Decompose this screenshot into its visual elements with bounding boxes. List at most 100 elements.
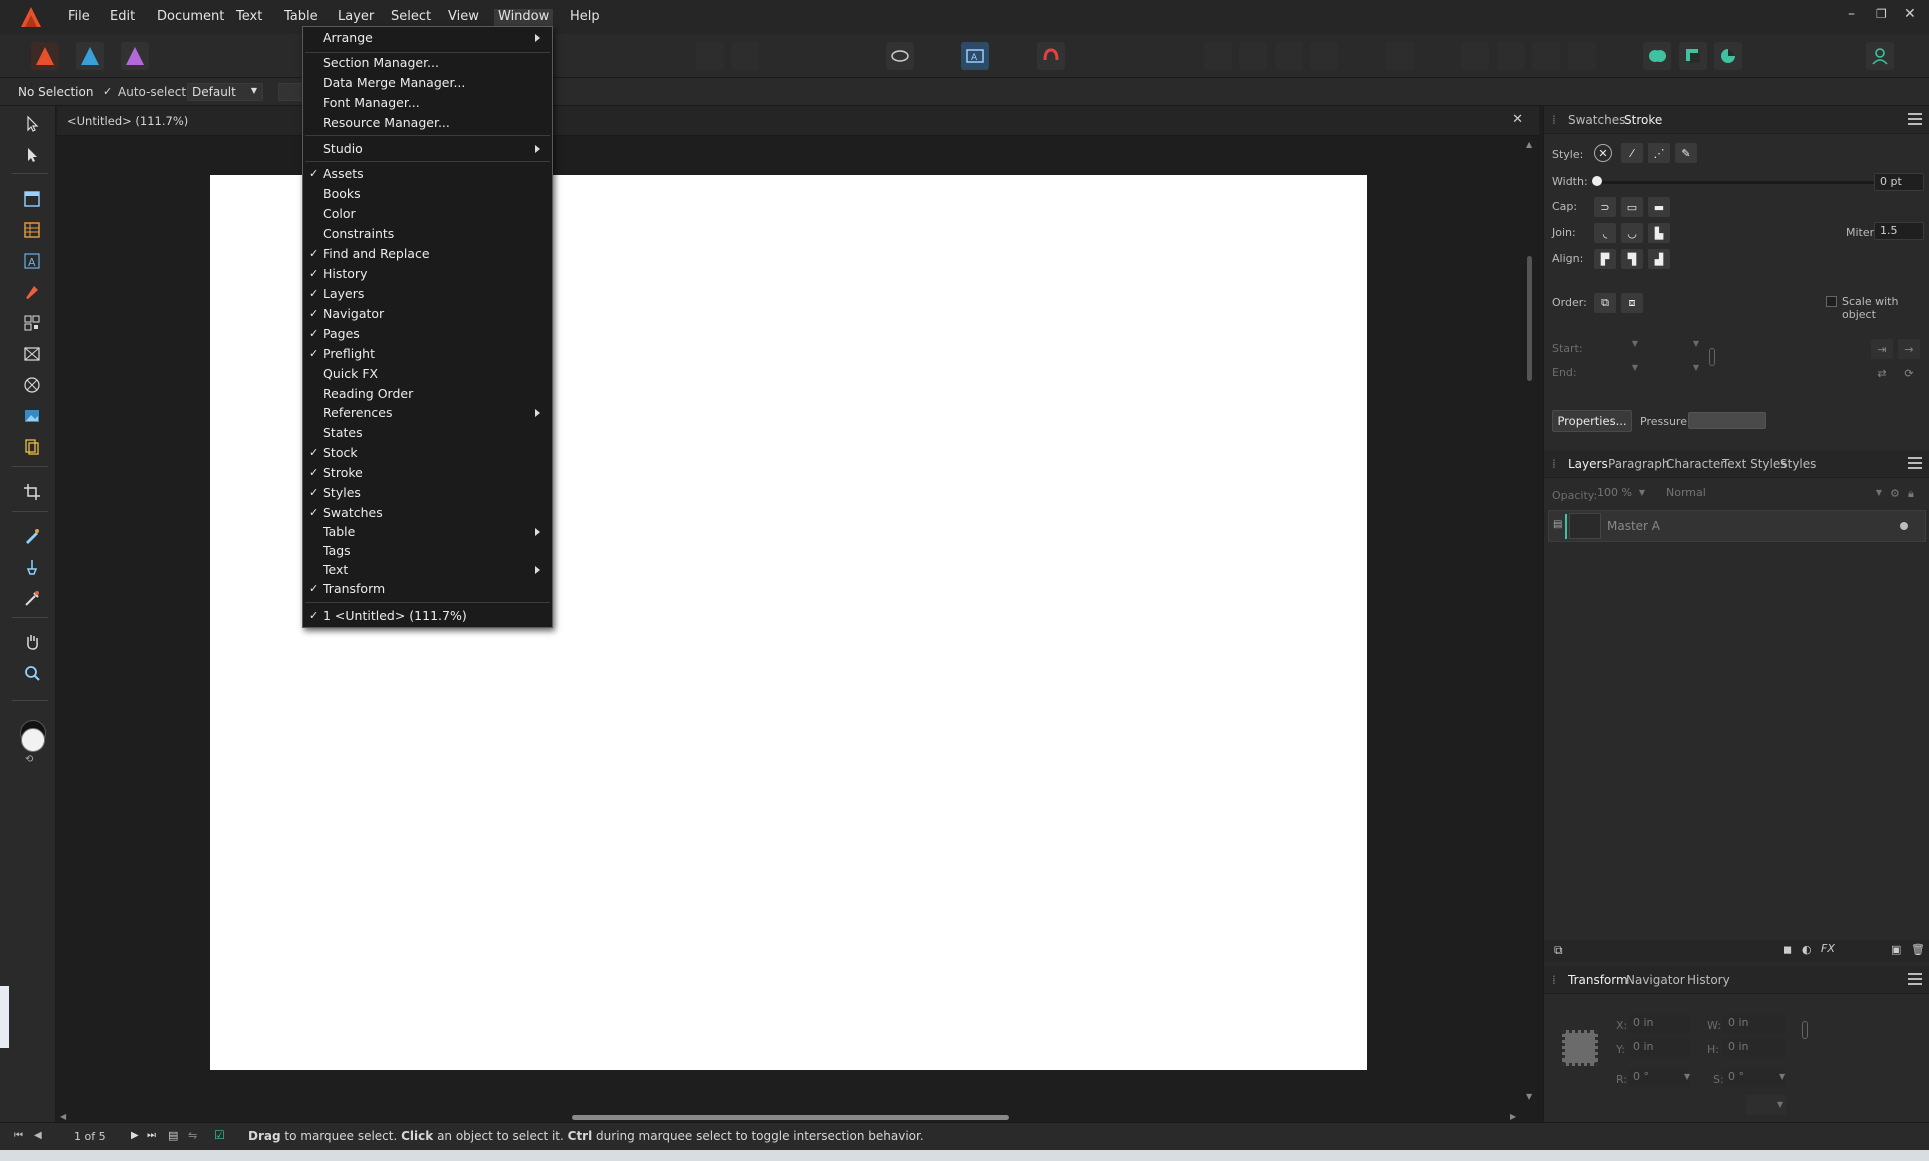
page-indicator[interactable]: 1 of 5 (74, 1130, 106, 1143)
rotation-field[interactable]: 0 ° (1628, 1069, 1690, 1087)
menu-item-stock[interactable]: ✓ Stock (303, 443, 552, 462)
reset-arrows-icon[interactable]: ⟳ (1898, 363, 1920, 383)
tab-paragraph[interactable]: Paragraph (1608, 457, 1669, 471)
hand-tool-icon[interactable] (18, 630, 46, 654)
align-3-icon[interactable] (1275, 42, 1303, 70)
document-tab[interactable]: <Untitled> (111.7%) ✕ (57, 106, 1539, 136)
link-dimensions-icon[interactable] (1802, 1021, 1808, 1039)
butt-cap-icon[interactable]: ⊃ (1594, 197, 1616, 217)
menu-item-color[interactable]: Color (303, 204, 552, 223)
layer-settings-icon[interactable]: ⚙ (1890, 487, 1900, 500)
boolean-add-icon[interactable] (1643, 42, 1671, 70)
start-scale-dropdown[interactable]: ▼ (1644, 339, 1699, 357)
scale-with-object-checkbox[interactable] (1826, 296, 1837, 307)
spread-view-icon[interactable]: ⇋ (188, 1129, 197, 1142)
flip-icon[interactable] (1386, 42, 1414, 70)
menu-item-styles[interactable]: ✓ Styles (303, 483, 552, 502)
scroll-up-icon[interactable]: ▲ (1526, 140, 1532, 149)
swap-arrows-icon[interactable]: ⇄ (1871, 363, 1893, 383)
menu-item-books[interactable]: Books (303, 184, 552, 203)
stroke-behind-icon[interactable]: ⧉ (1594, 293, 1616, 313)
arrow-position-2-icon[interactable]: → (1898, 339, 1920, 359)
menu-item-find-and-replace[interactable]: ✓ Find and Replace (303, 244, 552, 263)
publisher-persona-icon[interactable] (31, 42, 59, 70)
align-center-icon[interactable]: ▜ (1621, 249, 1643, 269)
delete-layer-icon[interactable]: 🗑︎ (1911, 943, 1925, 956)
menu-item-text[interactable]: Text (303, 560, 552, 579)
tab-swatches[interactable]: Swatches (1568, 113, 1625, 127)
menu-item-swatches[interactable]: ✓ Swatches (303, 503, 552, 522)
menu-item-open-document[interactable]: ✓ 1 <Untitled> (111.7%) (303, 606, 552, 625)
menu-item-studio[interactable]: Studio (303, 139, 552, 158)
link-scale-icon[interactable] (1709, 348, 1715, 366)
next-page-icon[interactable]: ▶ (131, 1130, 139, 1141)
arrow-position-1-icon[interactable]: ⇥ (1871, 339, 1893, 359)
chevron-down-icon[interactable]: ▼ (1684, 1072, 1690, 1081)
layer-visibility-icon[interactable] (1900, 522, 1908, 530)
restore-icon[interactable]: ❐ (1876, 7, 1887, 21)
menu-item-transform[interactable]: ✓ Transform (303, 579, 552, 598)
bevel-join-icon[interactable]: ▙ (1648, 223, 1670, 243)
menu-layer[interactable]: Layer (338, 9, 374, 27)
designer-persona-icon[interactable] (76, 42, 104, 70)
menu-item-states[interactable]: States (303, 423, 552, 442)
mask-layer-icon[interactable]: ◼ (1783, 943, 1792, 956)
stroke-front-icon[interactable]: ⧈ (1621, 293, 1643, 313)
auto-select-dropdown[interactable]: Default ▼ (187, 83, 263, 101)
scroll-down-icon[interactable]: ▼ (1526, 1092, 1532, 1101)
menu-item-assets[interactable]: ✓ Assets (303, 164, 552, 183)
dashed-line-icon[interactable]: ⋰ (1648, 143, 1670, 163)
menu-item-preflight[interactable]: ✓ Preflight (303, 344, 552, 363)
preview-mode-icon[interactable] (886, 42, 914, 70)
menu-edit[interactable]: Edit (110, 9, 135, 27)
menu-item-section-manager[interactable]: Section Manager... (303, 53, 552, 72)
text-frame-icon[interactable]: A (961, 42, 989, 70)
ellipse-frame-tool-icon[interactable] (18, 373, 46, 397)
align-outside-icon[interactable]: ▟ (1648, 249, 1670, 269)
menu-help[interactable]: Help (570, 9, 600, 27)
anchor-point-selector[interactable] (1562, 1030, 1598, 1066)
menu-item-stroke[interactable]: ✓ Stroke (303, 463, 552, 482)
snapping-icon[interactable] (1037, 42, 1065, 70)
close-document-icon[interactable]: ✕ (1512, 112, 1523, 127)
round-cap-icon[interactable]: ▭ (1621, 197, 1643, 217)
account-icon[interactable] (1866, 42, 1894, 70)
shear-field[interactable]: 0 ° (1723, 1069, 1785, 1087)
start-arrowhead-dropdown[interactable]: ▼ (1588, 339, 1638, 357)
fill-color-swatch[interactable] (21, 728, 45, 752)
properties-button[interactable]: Properties... (1552, 410, 1632, 432)
menu-item-arrange[interactable]: Arrange (303, 28, 552, 47)
node-tool-icon[interactable] (18, 143, 46, 167)
end-arrowhead-dropdown[interactable]: ▼ (1588, 363, 1638, 381)
arrange-4-icon[interactable] (1568, 42, 1596, 70)
menu-item-resource-manager[interactable]: Resource Manager... (303, 113, 552, 132)
tab-text-styles[interactable]: Text Styles (1722, 457, 1786, 471)
photo-persona-icon[interactable] (121, 42, 149, 70)
pen-tool-icon[interactable] (18, 280, 46, 304)
boolean-subtract-icon[interactable] (1679, 42, 1707, 70)
horizontal-scroll-thumb[interactable] (572, 1115, 1009, 1120)
crop-tool-icon[interactable] (18, 480, 46, 504)
menu-item-layers[interactable]: ✓ Layers (303, 284, 552, 303)
page-view-icon[interactable]: ▤ (168, 1129, 178, 1142)
tab-character[interactable]: Character (1666, 457, 1725, 471)
menu-item-data-merge-manager[interactable]: Data Merge Manager... (303, 73, 552, 92)
vertical-scroll-thumb[interactable] (1527, 256, 1532, 381)
align-inside-icon[interactable]: ▛ (1594, 249, 1616, 269)
transparency-tool-icon[interactable] (18, 555, 46, 579)
fill-tool-icon[interactable] (18, 524, 46, 548)
previous-page-icon[interactable]: ◀ (34, 1130, 42, 1141)
scroll-right-icon[interactable]: ▶ (1510, 1112, 1516, 1121)
panel-menu-icon[interactable] (1908, 457, 1922, 469)
menu-text[interactable]: Text (236, 9, 262, 27)
solid-line-icon[interactable]: ⁄ (1621, 143, 1643, 163)
w-field[interactable]: 0 in (1723, 1015, 1785, 1033)
opacity-dropdown[interactable]: 100 % ▼ (1597, 486, 1645, 502)
lock-icon[interactable]: 🔒︎ (1908, 487, 1914, 501)
panel-grip-icon[interactable]: ⁞ (1552, 973, 1556, 987)
menu-window[interactable]: Window (494, 9, 554, 27)
align-1-icon[interactable] (1204, 42, 1232, 70)
zoom-tool-icon[interactable] (18, 661, 46, 685)
menu-item-navigator[interactable]: ✓ Navigator (303, 304, 552, 323)
horizontal-scrollbar[interactable]: ◀ ▶ (60, 1112, 1520, 1122)
